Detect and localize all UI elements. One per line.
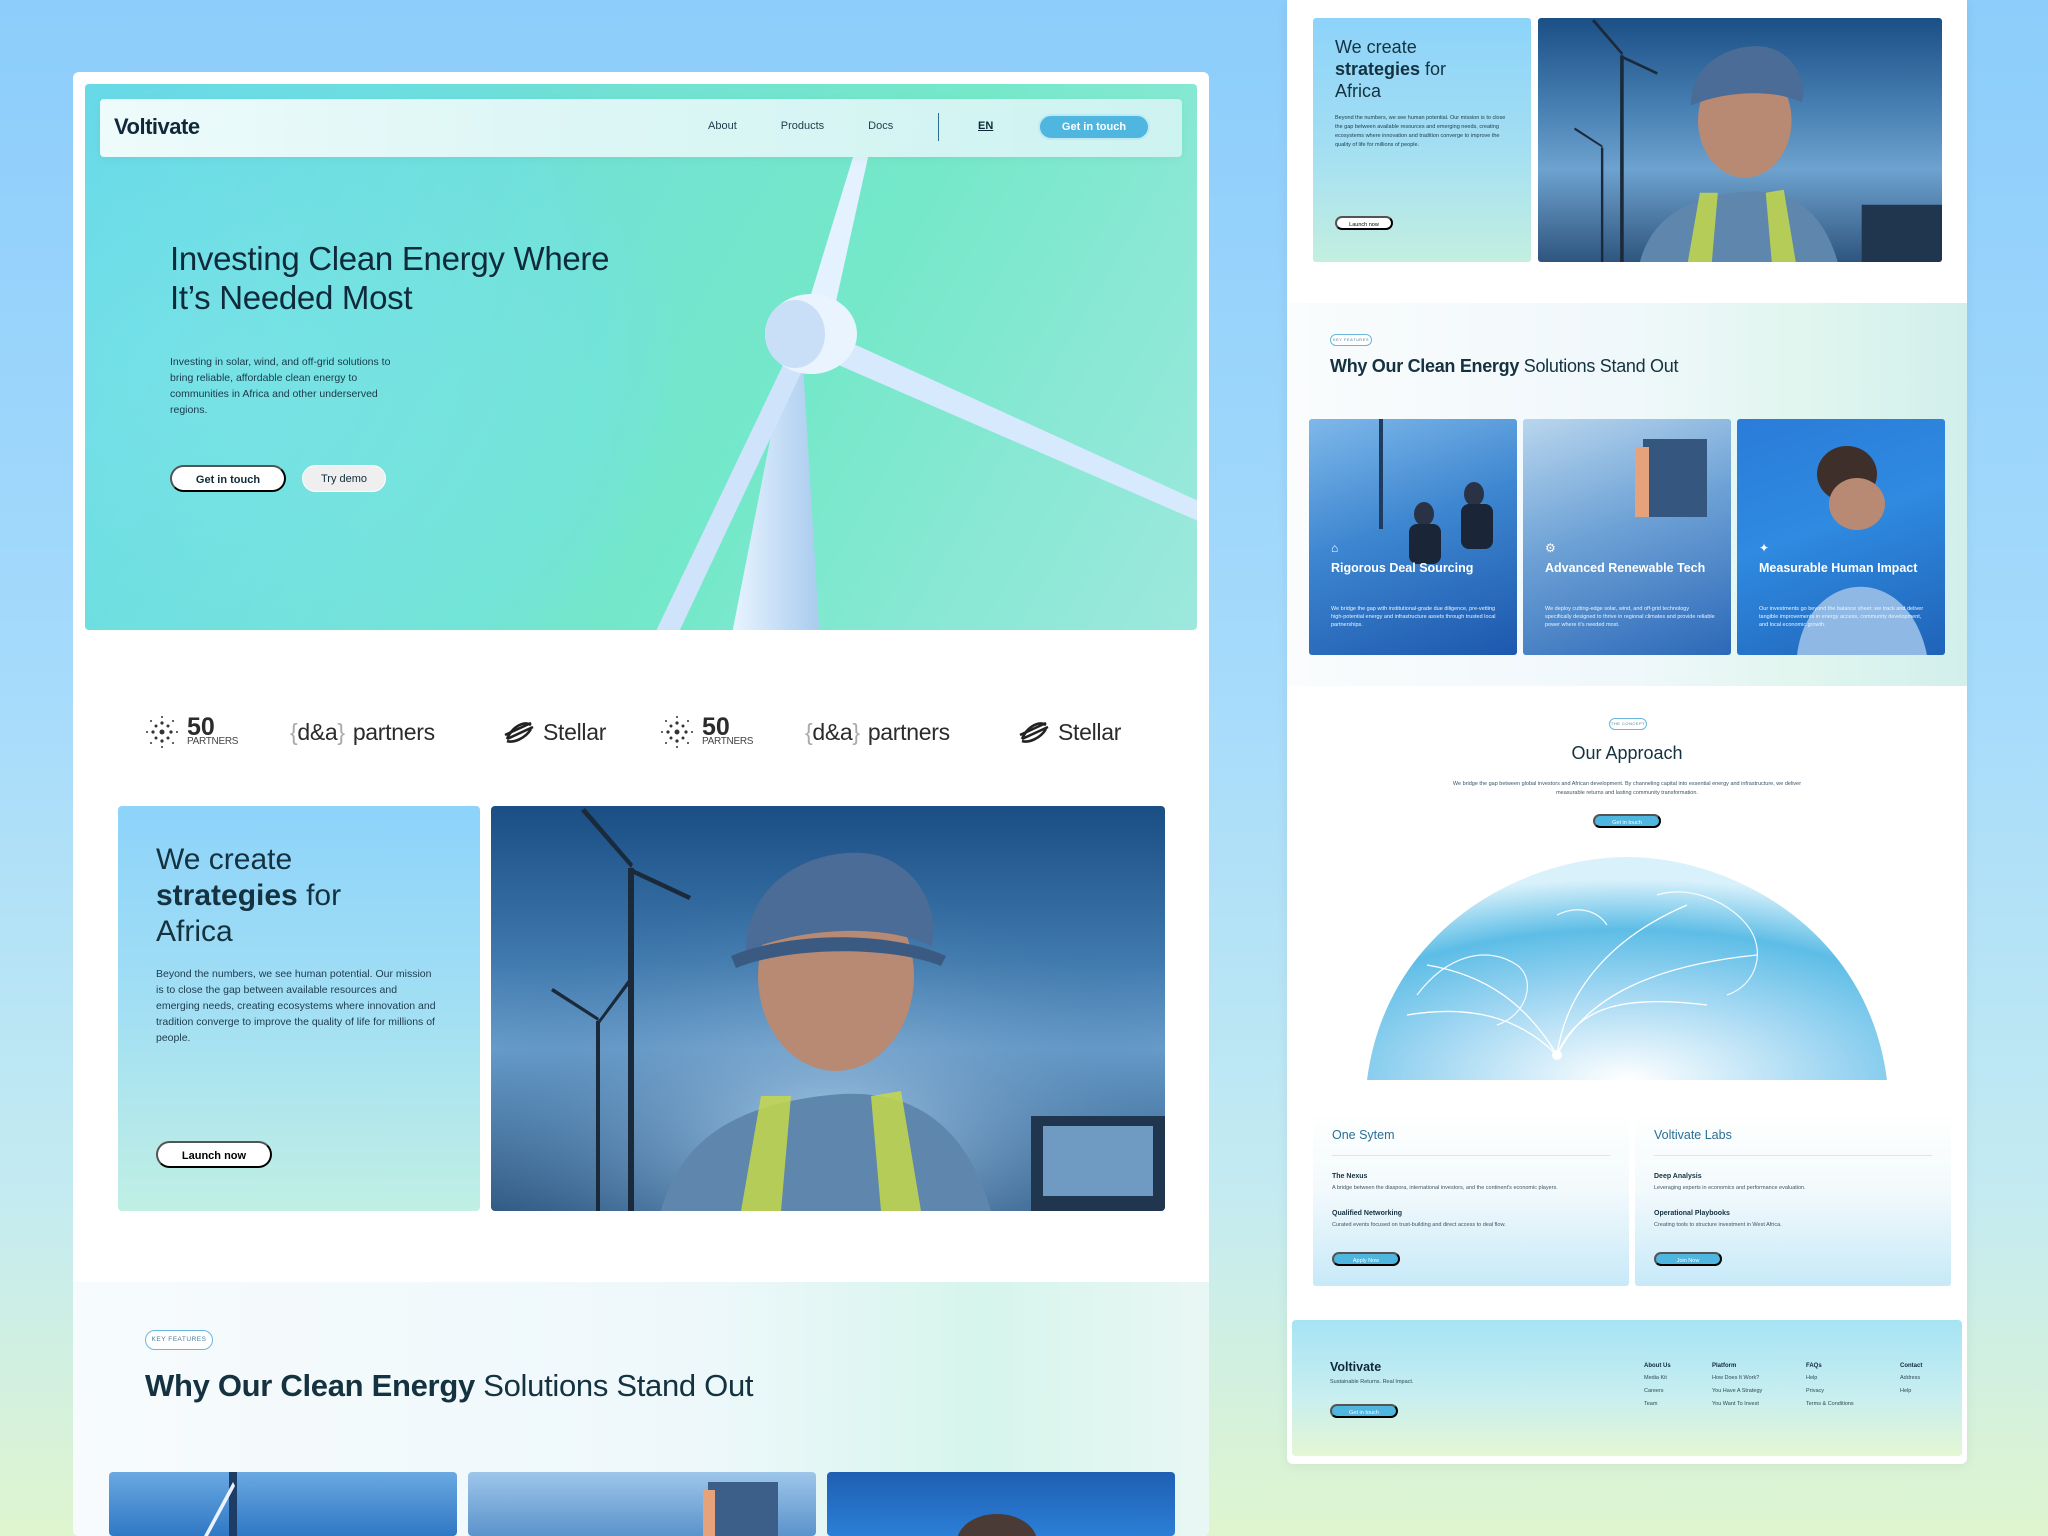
stellar-rocket-icon: [1019, 721, 1049, 743]
partner-logo-stellar: Stellar: [503, 692, 606, 772]
feature-card-renewable-tech[interactable]: ⚙ Advanced Renewable Tech We deploy cutt…: [1523, 419, 1731, 655]
system-item: The Nexus A bridge between the diaspora, …: [1332, 1173, 1558, 1191]
nav-link-docs[interactable]: Docs: [868, 120, 893, 132]
nav-get-in-touch-button[interactable]: Get in touch: [1038, 114, 1150, 140]
feature-card-preview-1: [109, 1472, 457, 1536]
divider: [1332, 1155, 1610, 1156]
partner-logos-strip: 50 PARTNERS {d&a} partners Stellar 50 PARTN…: [73, 692, 1209, 772]
approach-get-in-touch-button[interactable]: Get in touch: [1593, 814, 1661, 828]
footer-column-platform: Platform How Does It Work? You Have A St…: [1712, 1363, 1763, 1407]
wind-turbine-image: [656, 144, 1197, 630]
feature-card-preview-3: [827, 1472, 1175, 1536]
voltivate-labs-title: Voltivate Labs: [1654, 1128, 1732, 1142]
approach-body: We bridge the gap between global investo…: [1452, 781, 1802, 796]
feature-card-desc: We bridge the gap with institutional-gra…: [1331, 606, 1496, 628]
feature-card-desc: Our investments go beyond the balance sh…: [1759, 606, 1924, 628]
key-features-pill-small: KEY FEATURES: [1330, 334, 1372, 346]
footer-column-about: About Us Media Kit Careers Team: [1644, 1363, 1671, 1407]
launch-now-button[interactable]: Launch now: [156, 1141, 272, 1168]
person-icon: ✦: [1759, 541, 1770, 555]
feature-card-title: Rigorous Deal Sourcing: [1331, 561, 1474, 575]
hero-section: Voltivate About Products Docs EN Get in …: [85, 84, 1197, 630]
page-overview-preview: We create strategies for Africa Beyond the…: [1287, 0, 1967, 1464]
feature-card-title: Measurable Human Impact: [1759, 561, 1918, 575]
nav-link-about[interactable]: About: [708, 120, 737, 132]
voltivate-labs-card: Voltivate Labs Deep Analysis Leveraging e…: [1635, 1110, 1951, 1286]
features-title: Why Our Clean Energy Solutions Stand Out: [145, 1368, 754, 1403]
dot-burst-icon: [146, 716, 178, 748]
feature-card-desc: We deploy cutting-edge solar, wind, and …: [1545, 606, 1715, 628]
one-system-card: One Sytem The Nexus A bridge between the …: [1313, 1110, 1629, 1286]
main-page-preview: Voltivate About Products Docs EN Get in …: [73, 72, 1209, 1536]
footer-logo[interactable]: Voltivate: [1330, 1360, 1381, 1374]
partner-logo-50-partners: 50 PARTNERS: [145, 692, 238, 772]
features-title-small: Why Our Clean Energy Solutions Stand Out: [1330, 356, 1679, 376]
strategy-body-small: Beyond the numbers, we see human potenti…: [1335, 115, 1506, 148]
bank-icon: ⌂: [1331, 541, 1339, 555]
footer-get-in-touch-button[interactable]: Get in touch: [1330, 1404, 1398, 1418]
nav-divider: [938, 113, 939, 141]
engineer-photo: [491, 806, 1165, 1211]
partner-logo-da-partners: {d&a} partners: [290, 718, 435, 745]
brand-logo[interactable]: Voltivate: [114, 114, 200, 140]
feature-card-preview-2: [468, 1472, 816, 1536]
feature-card-deal-sourcing[interactable]: ⌂ Rigorous Deal Sourcing We bridge the g…: [1309, 419, 1517, 655]
system-item: Operational Playbooks Creating tools to s…: [1654, 1210, 1782, 1228]
partner-logo-da-partners: {d&a} partners: [805, 718, 950, 745]
site-footer: Voltivate Sustainable Returns. Real Impa…: [1292, 1320, 1962, 1456]
language-switch[interactable]: EN: [978, 120, 993, 132]
partner-logo-stellar: Stellar: [1018, 692, 1121, 772]
key-features-pill: KEY FEATURES: [145, 1330, 213, 1350]
turbine-silhouette-image: [204, 1472, 237, 1536]
one-system-title: One Sytem: [1332, 1128, 1395, 1142]
stellar-rocket-icon: [504, 721, 534, 743]
engineer-with-turbines-image: [491, 806, 1165, 1211]
strategy-card-small: We create strategies for Africa Beyond the…: [1313, 18, 1531, 262]
globe-network-graphic: [1367, 857, 1887, 1080]
footer-column-contact: Contact Address Help: [1900, 1363, 1923, 1394]
person-portrait-image: [957, 1514, 1037, 1536]
engineer-photo-small: [1538, 18, 1942, 262]
partner-logo-50-partners: 50 PARTNERS: [660, 692, 753, 772]
strategy-title: We create strategies for Africa: [156, 843, 342, 948]
battery-container-image: [703, 1482, 778, 1536]
hero-title: Investing Clean Energy Where It’s Needed…: [170, 240, 610, 316]
apply-now-button[interactable]: Apply Now: [1332, 1252, 1400, 1266]
network-icon: ⚙: [1545, 541, 1556, 555]
hero-subtitle: Investing in solar, wind, and off-grid s…: [170, 356, 391, 416]
divider: [1654, 1155, 1932, 1156]
feature-card-human-impact[interactable]: ✦ Measurable Human Impact Our investment…: [1737, 419, 1945, 655]
strategy-title-small: We create strategies for Africa: [1335, 37, 1447, 101]
feature-card-title: Advanced Renewable Tech: [1545, 561, 1706, 575]
footer-column-faqs: FAQs Help Privacy Terms & Conditions: [1806, 1363, 1854, 1407]
system-item: Deep Analysis Leveraging experts in econo…: [1654, 1173, 1806, 1191]
join-now-button[interactable]: Join Now: [1654, 1252, 1722, 1266]
strategy-card: We create strategies for Africa Beyond the…: [118, 806, 480, 1211]
strategy-body: Beyond the numbers, we see human potenti…: [156, 968, 436, 1044]
top-nav: Voltivate About Products Docs EN Get in …: [100, 99, 1182, 157]
dot-burst-icon: [661, 716, 693, 748]
nav-link-products[interactable]: Products: [781, 120, 824, 132]
engineer-with-turbines-image: [1573, 19, 1942, 262]
system-item: Qualified Networking Curated events focus…: [1332, 1210, 1506, 1228]
footer-tagline: Sustainable Returns. Real Impact.: [1330, 1379, 1414, 1385]
hero-try-demo-button[interactable]: Try demo: [302, 465, 386, 492]
nav-links: About Products Docs: [708, 120, 893, 132]
concept-pill: THE CONCEPT: [1609, 718, 1647, 730]
launch-now-button-small[interactable]: Launch now: [1335, 216, 1393, 230]
hero-get-in-touch-button[interactable]: Get in touch: [170, 465, 286, 492]
approach-title: Our Approach: [1571, 743, 1683, 763]
